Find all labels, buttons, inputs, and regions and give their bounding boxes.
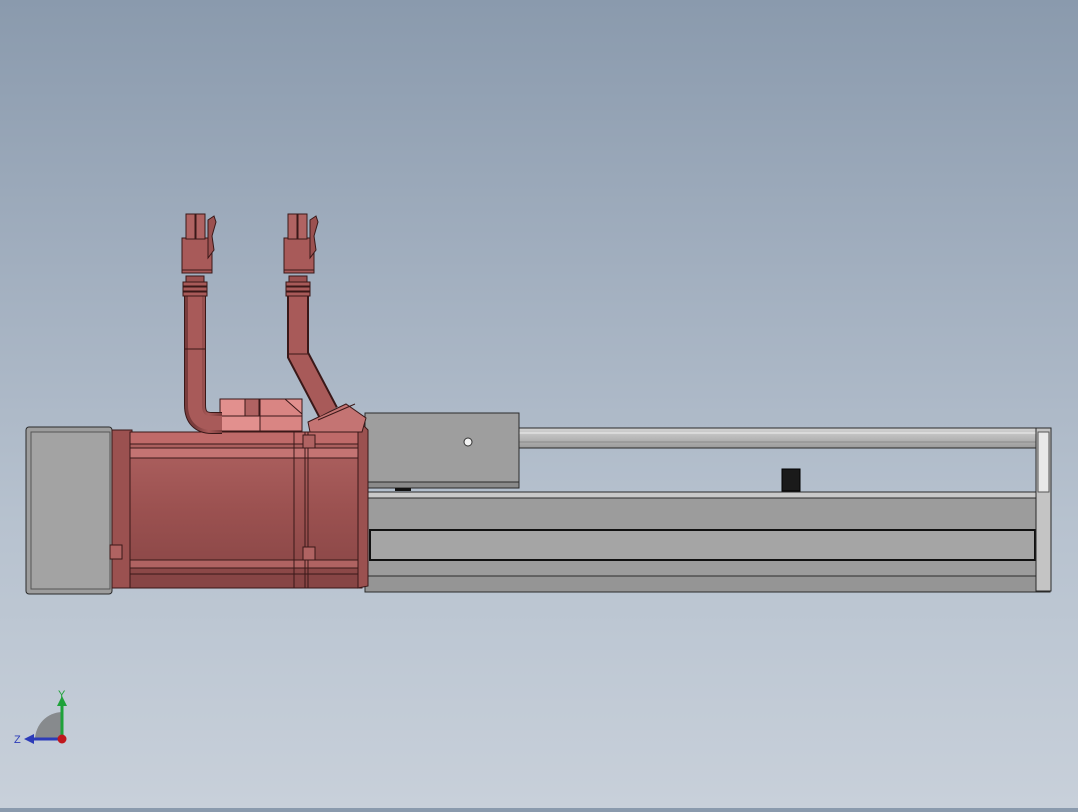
guide-rod <box>517 427 1039 449</box>
profile-slot <box>369 529 1036 561</box>
stop-block <box>781 468 801 492</box>
triad-quadrant <box>35 712 62 739</box>
carriage-bolt <box>463 437 473 447</box>
encoder-cable[interactable] <box>283 213 338 418</box>
servo-motor[interactable] <box>109 398 369 589</box>
carriage <box>364 412 520 488</box>
model-view[interactable] <box>0 0 1078 808</box>
z-axis-label: Z <box>14 734 21 746</box>
y-axis-label: Y <box>58 689 66 701</box>
reference-triad: Y Z <box>14 689 67 746</box>
graphics-viewport[interactable]: Y Z <box>0 0 1078 808</box>
x-axis-dot <box>57 734 67 744</box>
power-cable[interactable] <box>181 213 222 434</box>
